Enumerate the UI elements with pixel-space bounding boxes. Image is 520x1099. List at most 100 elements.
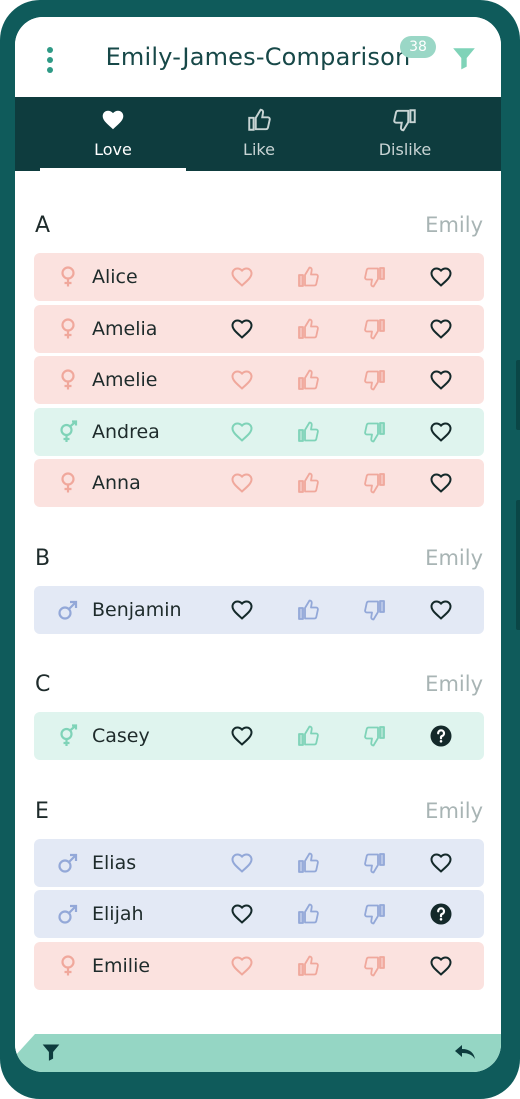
female-icon bbox=[61, 954, 75, 975]
love-icon[interactable] bbox=[230, 851, 254, 875]
thumbs-up-icon[interactable] bbox=[296, 368, 320, 392]
thumbs-down-icon[interactable] bbox=[363, 471, 387, 495]
section-user-name: Emily bbox=[425, 798, 483, 823]
section-letter: E bbox=[35, 798, 49, 824]
tab-label: Dislike bbox=[378, 140, 432, 159]
love-icon[interactable] bbox=[230, 471, 254, 495]
thumbs-down-icon[interactable] bbox=[363, 265, 387, 289]
volume-button bbox=[516, 360, 520, 430]
gender-neutral-icon bbox=[60, 419, 78, 442]
partner-heart-icon bbox=[430, 370, 452, 390]
tab-love[interactable]: Love bbox=[40, 97, 186, 171]
list-fade bbox=[15, 994, 501, 1034]
section-header: E Emily bbox=[35, 799, 483, 829]
love-icon[interactable] bbox=[230, 902, 254, 926]
love-icon[interactable] bbox=[230, 368, 254, 392]
female-icon bbox=[61, 369, 75, 390]
thumbs-down-icon bbox=[393, 109, 416, 132]
list-item[interactable]: Elijah bbox=[34, 890, 484, 938]
item-name: Emilie bbox=[92, 954, 151, 977]
partner-heart-icon bbox=[430, 267, 452, 287]
section-user-name: Emily bbox=[425, 213, 483, 237]
list-item[interactable]: Amelia bbox=[34, 304, 484, 353]
list-item[interactable]: Amelie bbox=[34, 356, 484, 404]
list-item[interactable]: Elias bbox=[34, 838, 484, 887]
item-name: Anna bbox=[92, 472, 141, 494]
section-letter: A bbox=[35, 213, 51, 238]
thumbs-up-icon[interactable] bbox=[296, 598, 320, 622]
thumbs-up-icon[interactable] bbox=[296, 265, 320, 289]
app-bar: Emily-James-Comparison 38 bbox=[15, 17, 501, 97]
section-header: C Emily bbox=[35, 672, 483, 702]
phone-frame: Emily-James-Comparison 38 Love Like Disl… bbox=[0, 0, 520, 1099]
tab-dislike[interactable]: Dislike bbox=[332, 97, 478, 171]
section-header: A Emily bbox=[35, 213, 483, 243]
item-name: Alice bbox=[92, 266, 138, 288]
thumbs-up-icon[interactable] bbox=[296, 420, 320, 444]
thumbs-down-icon[interactable] bbox=[363, 420, 387, 444]
name-list[interactable]: A Emily Alice Amelia Amelie Andrea Anna B Emily B… bbox=[15, 171, 501, 1034]
item-name: Casey bbox=[92, 725, 150, 747]
thumbs-up-icon[interactable] bbox=[296, 317, 320, 341]
female-icon bbox=[61, 472, 75, 493]
list-item[interactable]: Alice bbox=[34, 253, 484, 301]
section-user-name: Emily bbox=[425, 672, 483, 696]
male-icon bbox=[58, 853, 78, 873]
thumbs-down-icon[interactable] bbox=[363, 368, 387, 392]
female-icon bbox=[61, 266, 75, 287]
thumbs-down-icon[interactable] bbox=[363, 317, 387, 341]
tab-like[interactable]: Like bbox=[186, 97, 332, 171]
tab-icon bbox=[332, 107, 478, 133]
tab-label: Like bbox=[243, 140, 275, 159]
thumbs-up-icon[interactable] bbox=[296, 851, 320, 875]
love-icon[interactable] bbox=[230, 598, 254, 622]
partner-heart-icon bbox=[430, 956, 452, 975]
app-screen: Emily-James-Comparison 38 Love Like Disl… bbox=[15, 17, 501, 1072]
male-icon bbox=[58, 904, 78, 924]
thumbs-down-icon[interactable] bbox=[363, 902, 387, 926]
question-icon bbox=[430, 725, 452, 747]
love-icon[interactable] bbox=[230, 724, 254, 748]
bottom-bar bbox=[15, 1034, 501, 1072]
list-item[interactable]: Andrea bbox=[34, 407, 484, 456]
item-name: Elias bbox=[92, 851, 137, 874]
thumbs-up-icon bbox=[248, 108, 271, 131]
tab-icon bbox=[186, 107, 332, 133]
list-item[interactable]: Emilie bbox=[34, 941, 484, 990]
filter-icon[interactable] bbox=[451, 45, 477, 71]
section-letter: B bbox=[35, 545, 51, 571]
tab-bar: Love Like Dislike bbox=[15, 97, 501, 171]
filter-icon[interactable] bbox=[41, 1042, 61, 1062]
list-item[interactable]: Casey bbox=[34, 712, 484, 760]
partner-heart-icon bbox=[430, 853, 452, 872]
thumbs-down-icon[interactable] bbox=[363, 598, 387, 622]
thumbs-down-icon[interactable] bbox=[363, 724, 387, 748]
corner-notch bbox=[15, 1034, 35, 1056]
item-name: Amelia bbox=[92, 317, 158, 340]
love-icon[interactable] bbox=[230, 265, 254, 289]
female-icon bbox=[61, 317, 75, 338]
love-icon[interactable] bbox=[230, 317, 254, 341]
item-name: Benjamin bbox=[92, 598, 182, 621]
list-item[interactable]: Benjamin bbox=[34, 585, 484, 634]
back-arrow-icon[interactable] bbox=[453, 1042, 477, 1062]
item-name: Elijah bbox=[92, 903, 144, 925]
partner-heart-icon bbox=[430, 319, 452, 338]
item-name: Amelie bbox=[92, 369, 158, 391]
partner-heart-icon bbox=[430, 422, 452, 441]
thumbs-up-icon[interactable] bbox=[296, 724, 320, 748]
thumbs-up-icon[interactable] bbox=[296, 954, 320, 978]
partner-heart-icon bbox=[430, 600, 452, 619]
section-letter: C bbox=[35, 672, 51, 697]
thumbs-down-icon[interactable] bbox=[363, 954, 387, 978]
section-header: B Emily bbox=[35, 546, 483, 576]
tab-label: Love bbox=[94, 140, 132, 159]
list-item[interactable]: Anna bbox=[34, 459, 484, 507]
thumbs-up-icon[interactable] bbox=[296, 902, 320, 926]
question-icon bbox=[430, 903, 452, 925]
thumbs-down-icon[interactable] bbox=[363, 851, 387, 875]
love-icon[interactable] bbox=[230, 420, 254, 444]
thumbs-up-icon[interactable] bbox=[296, 471, 320, 495]
love-icon[interactable] bbox=[230, 954, 254, 978]
count-badge: 38 bbox=[400, 36, 436, 58]
